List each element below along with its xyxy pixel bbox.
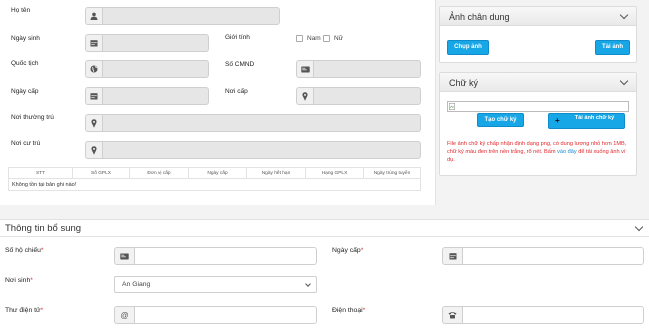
- signature-card-title: Chữ ký: [449, 78, 479, 88]
- chevron-down-icon[interactable]: [619, 76, 629, 86]
- quoc-tich-field[interactable]: [102, 60, 209, 78]
- chevron-down-icon[interactable]: [634, 222, 644, 232]
- column-header[interactable]: Ngày cấp: [188, 167, 247, 179]
- empty-message: Không tồn tại bản ghi nào!: [8, 178, 421, 191]
- bs-ngay-cap-text: Ngày cấp: [332, 247, 361, 254]
- thu-dien-tu-field[interactable]: [134, 306, 317, 324]
- thu-dien-tu-text: Thư điện tử: [5, 307, 41, 314]
- column-header[interactable]: Ngày trúng tuyển: [363, 167, 421, 179]
- upload-photo-button[interactable]: Tải ảnh: [595, 40, 630, 55]
- noi-sinh-label: Nơi sinh*: [5, 277, 33, 284]
- map-marker-icon: [85, 141, 102, 159]
- map-marker-icon: [296, 87, 313, 105]
- ho-ten-label: Họ tên: [11, 7, 31, 14]
- so-ho-chieu-field[interactable]: [134, 247, 317, 265]
- signature-image-box: [447, 101, 629, 112]
- noi-cu-tru-label: Nơi cư trú: [11, 140, 41, 147]
- additional-info-title: Thông tin bổ sung: [5, 223, 82, 234]
- plus-icon: +: [555, 116, 560, 125]
- upload-signature-label: Tải ảnh chữ ký: [574, 115, 615, 121]
- dien-thoai-label: Điện thoại*: [332, 307, 365, 314]
- download-sample-link[interactable]: vào đây: [557, 149, 577, 155]
- column-header[interactable]: Ngày hết hạn: [246, 167, 306, 179]
- so-ho-chieu-text: Số hộ chiếu: [5, 247, 41, 254]
- signature-note: File ảnh chữ ký chấp nhận định dạng png,…: [447, 140, 633, 164]
- signature-card-header[interactable]: Chữ ký: [440, 73, 636, 92]
- bs-ngay-cap-field[interactable]: [462, 247, 644, 265]
- signature-card: Chữ ký Tạo chữ ký + Tải ảnh chữ ký File …: [439, 72, 637, 176]
- capture-photo-button[interactable]: Chụp ảnh: [447, 40, 489, 55]
- at-sign-icon: @: [114, 306, 134, 324]
- chevron-down-icon[interactable]: [619, 10, 629, 20]
- required-mark: *: [362, 307, 366, 314]
- so-cmnd-field[interactable]: [313, 60, 421, 78]
- portrait-card-header[interactable]: Ảnh chân dung: [440, 7, 636, 26]
- user-icon: [85, 7, 102, 25]
- table-header-row: STT Số GPLX Đơn vị cấp Ngày cấp Ngày hết…: [8, 167, 421, 179]
- id-card-icon: [114, 247, 134, 265]
- column-header[interactable]: Đơn vị cấp: [129, 167, 189, 179]
- personal-info-panel: Họ tên Ngày sinh Giới tính Nam Nữ Quốc t…: [0, 0, 436, 205]
- noi-thuong-tru-label: Nơi thường trú: [11, 114, 54, 121]
- map-marker-icon: [85, 114, 102, 132]
- phone-icon: [442, 306, 462, 324]
- gender-nu-checkbox[interactable]: [323, 35, 330, 42]
- column-header[interactable]: Hạng GPLX: [305, 167, 364, 179]
- calendar-icon: [442, 247, 462, 265]
- gioi-tinh-label: Giới tính: [225, 34, 250, 41]
- quoc-tich-label: Quốc tịch: [11, 60, 39, 67]
- additional-info-header[interactable]: Thông tin bổ sung: [0, 219, 649, 237]
- noi-sinh-text: Nơi sinh: [5, 277, 31, 284]
- ngay-cap-label: Ngày cấp: [11, 88, 39, 95]
- ngay-cap-field[interactable]: [102, 87, 209, 105]
- noi-sinh-select[interactable]: An Giang: [114, 276, 317, 293]
- so-ho-chieu-label: Số hộ chiếu*: [5, 247, 44, 254]
- dien-thoai-field[interactable]: [462, 306, 644, 324]
- dien-thoai-text: Điện thoại: [332, 307, 363, 314]
- column-header[interactable]: STT: [8, 167, 73, 179]
- required-mark: *: [40, 247, 44, 254]
- noi-sinh-value: An Giang: [122, 281, 151, 288]
- gender-nam-checkbox[interactable]: [296, 35, 303, 42]
- column-header[interactable]: Số GPLX: [72, 167, 130, 179]
- table-row: Không tồn tại bản ghi nào!: [8, 178, 421, 191]
- globe-icon: [85, 60, 102, 78]
- gender-nam-label: Nam: [307, 35, 321, 42]
- so-cmnd-label: Số CMND: [225, 61, 255, 68]
- noi-thuong-tru-field[interactable]: [102, 114, 421, 132]
- additional-info-panel: Số hộ chiếu* Ngày cấp* Nơi sinh* An Gian…: [0, 237, 649, 329]
- portrait-card-title: Ảnh chân dung: [449, 12, 510, 22]
- ho-ten-field[interactable]: [102, 7, 280, 25]
- required-mark: *: [30, 277, 33, 284]
- noi-cap-field[interactable]: [313, 87, 421, 105]
- chevron-down-icon: [305, 281, 311, 287]
- ngay-sinh-label: Ngày sinh: [11, 35, 40, 42]
- noi-cap-label: Nơi cấp: [225, 88, 248, 95]
- id-card-icon: [296, 60, 313, 78]
- ngay-sinh-field[interactable]: [102, 34, 209, 52]
- upload-signature-button[interactable]: + Tải ảnh chữ ký: [548, 113, 625, 129]
- required-mark: *: [360, 247, 364, 254]
- gender-nu-label: Nữ: [334, 35, 344, 42]
- create-signature-button[interactable]: Tạo chữ ký: [477, 113, 524, 127]
- thu-dien-tu-label: Thư điện tử*: [5, 307, 43, 314]
- broken-image-icon: [449, 103, 455, 110]
- required-mark: *: [40, 307, 44, 314]
- portrait-card: Ảnh chân dung Chụp ảnh Tải ảnh: [439, 6, 637, 63]
- bs-ngay-cap-label: Ngày cấp*: [332, 247, 363, 254]
- calendar-icon: [85, 87, 102, 105]
- calendar-icon: [85, 34, 102, 52]
- gplx-table: STT Số GPLX Đơn vị cấp Ngày cấp Ngày hết…: [8, 167, 421, 191]
- noi-cu-tru-field[interactable]: [102, 141, 421, 159]
